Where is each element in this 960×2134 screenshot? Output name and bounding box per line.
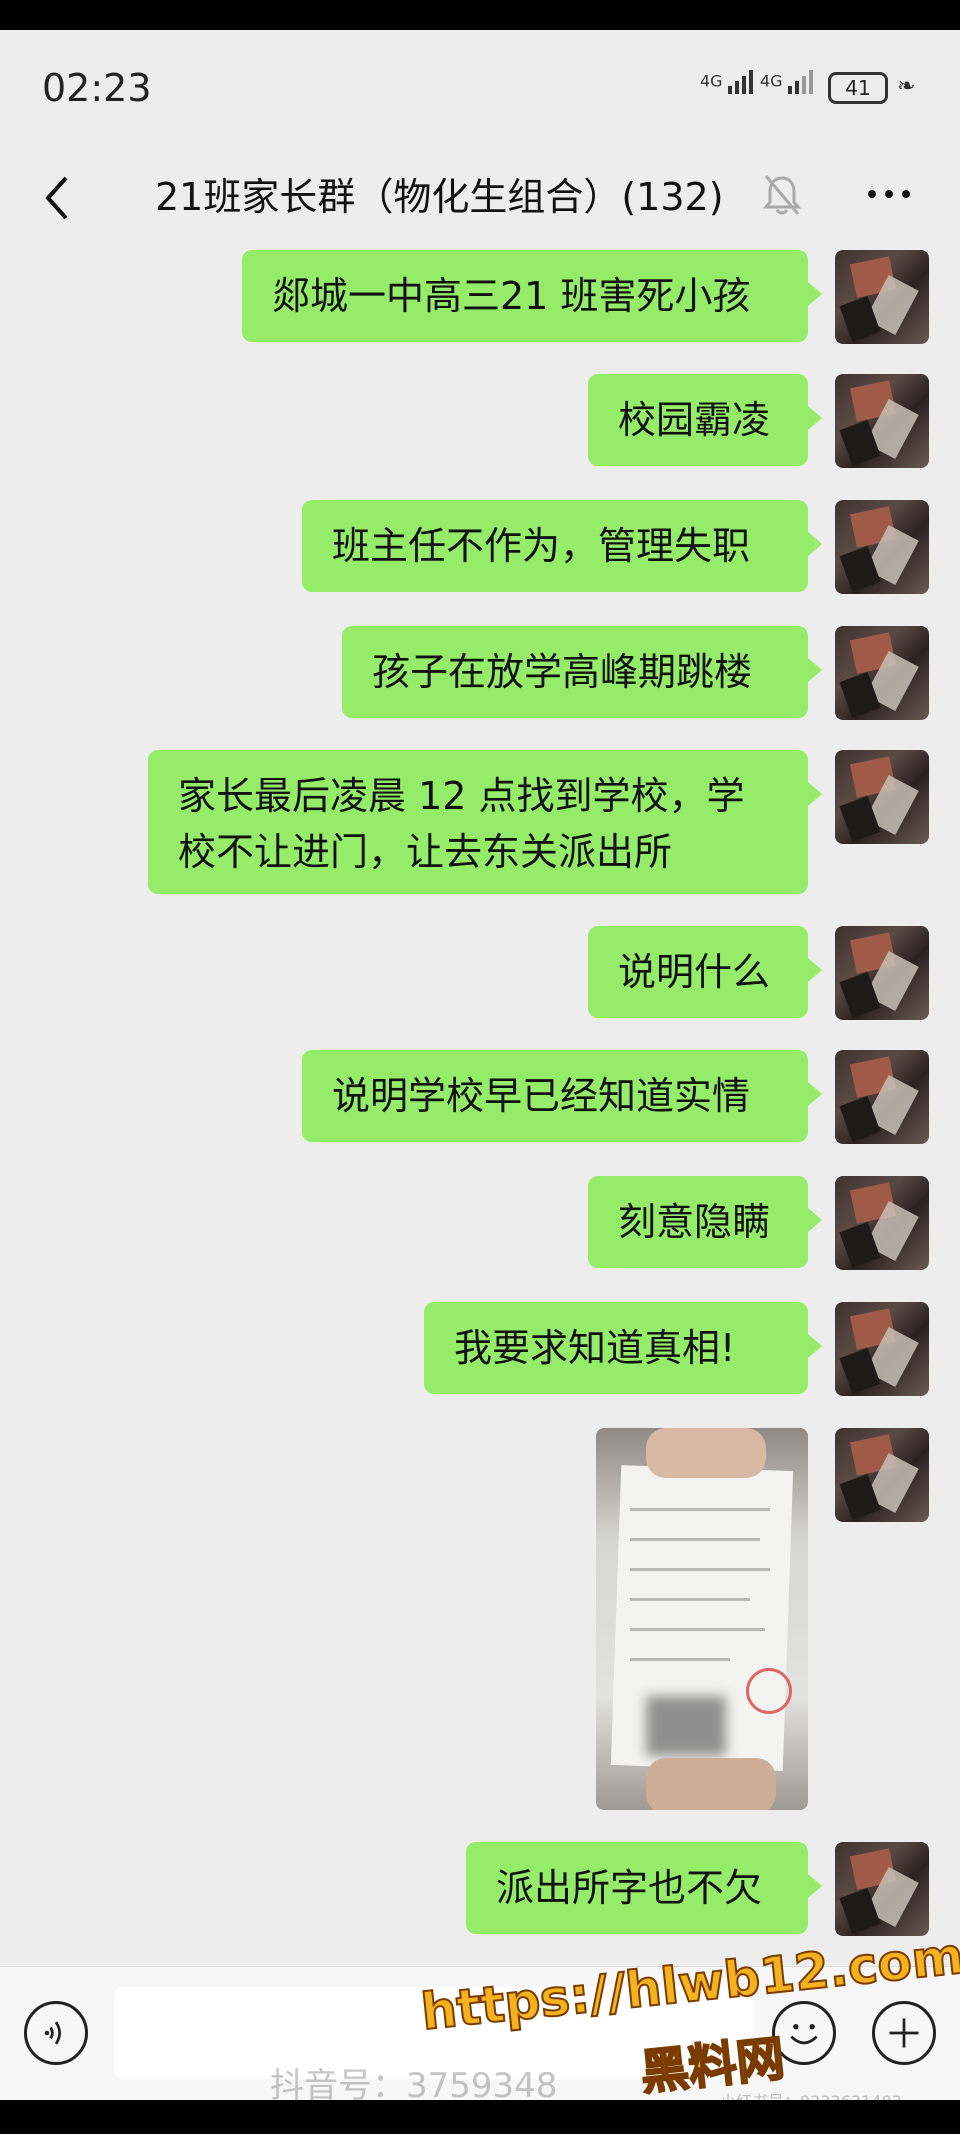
signal-4g-icon-2: 4G — [760, 70, 814, 94]
message-bubble[interactable]: 班主任不作为，管理失职 — [302, 500, 822, 592]
signal-label-1: 4G — [700, 71, 723, 91]
bottom-black-bar — [0, 2100, 960, 2134]
avatar[interactable] — [835, 1050, 929, 1144]
message-bubble[interactable]: 郯城一中高三21 班害死小孩 — [242, 250, 822, 342]
message-bubble[interactable]: 校园霸凌 — [588, 374, 822, 466]
message-bubble[interactable]: 说明什么 — [588, 926, 822, 1018]
chevron-left-icon[interactable] — [38, 168, 78, 228]
avatar[interactable] — [835, 1842, 929, 1936]
message-bubble[interactable]: 刻意隐瞒 — [588, 1176, 822, 1268]
signal-bars-icon — [727, 70, 753, 94]
status-bar: 02:23 4G 4G 41 ❧ — [0, 30, 960, 150]
avatar[interactable] — [835, 250, 929, 344]
avatar[interactable] — [835, 750, 929, 844]
signal-bars-icon-2 — [787, 70, 813, 94]
message-bubble[interactable]: 说明学校早已经知道实情 — [302, 1050, 822, 1142]
chat-header: 21班家长群（物化生组合）(132) — [0, 150, 960, 250]
chat-title: 21班家长群（物化生组合）(132) — [155, 175, 724, 219]
top-black-bar — [0, 0, 960, 30]
document-photo[interactable] — [596, 1428, 808, 1810]
avatar[interactable] — [835, 500, 929, 594]
avatar[interactable] — [835, 374, 929, 468]
avatar[interactable] — [835, 626, 929, 720]
signal-4g-icon: 4G — [700, 70, 754, 94]
voice-icon[interactable] — [24, 2001, 88, 2065]
avatar[interactable] — [835, 1302, 929, 1396]
more-dots-icon[interactable] — [864, 174, 914, 214]
plus-icon[interactable] — [872, 2001, 936, 2065]
avatar[interactable] — [835, 1176, 929, 1270]
bell-slash-icon — [762, 175, 802, 215]
status-time: 02:23 — [42, 66, 152, 110]
message-bubble[interactable]: 孩子在放学高峰期跳楼 — [342, 626, 822, 718]
leaf-icon: ❧ — [897, 74, 916, 99]
message-bubble[interactable]: 派出所字也不欠 — [466, 1842, 822, 1934]
avatar[interactable] — [835, 1428, 929, 1522]
signal-label-2: 4G — [760, 71, 783, 91]
message-bubble[interactable]: 家长最后凌晨 12 点找到学校，学校不让进门，让去东关派出所 — [148, 750, 822, 894]
battery-indicator: 41 — [828, 72, 888, 104]
avatar[interactable] — [835, 926, 929, 1020]
message-bubble[interactable]: 我要求知道真相! — [424, 1302, 822, 1394]
